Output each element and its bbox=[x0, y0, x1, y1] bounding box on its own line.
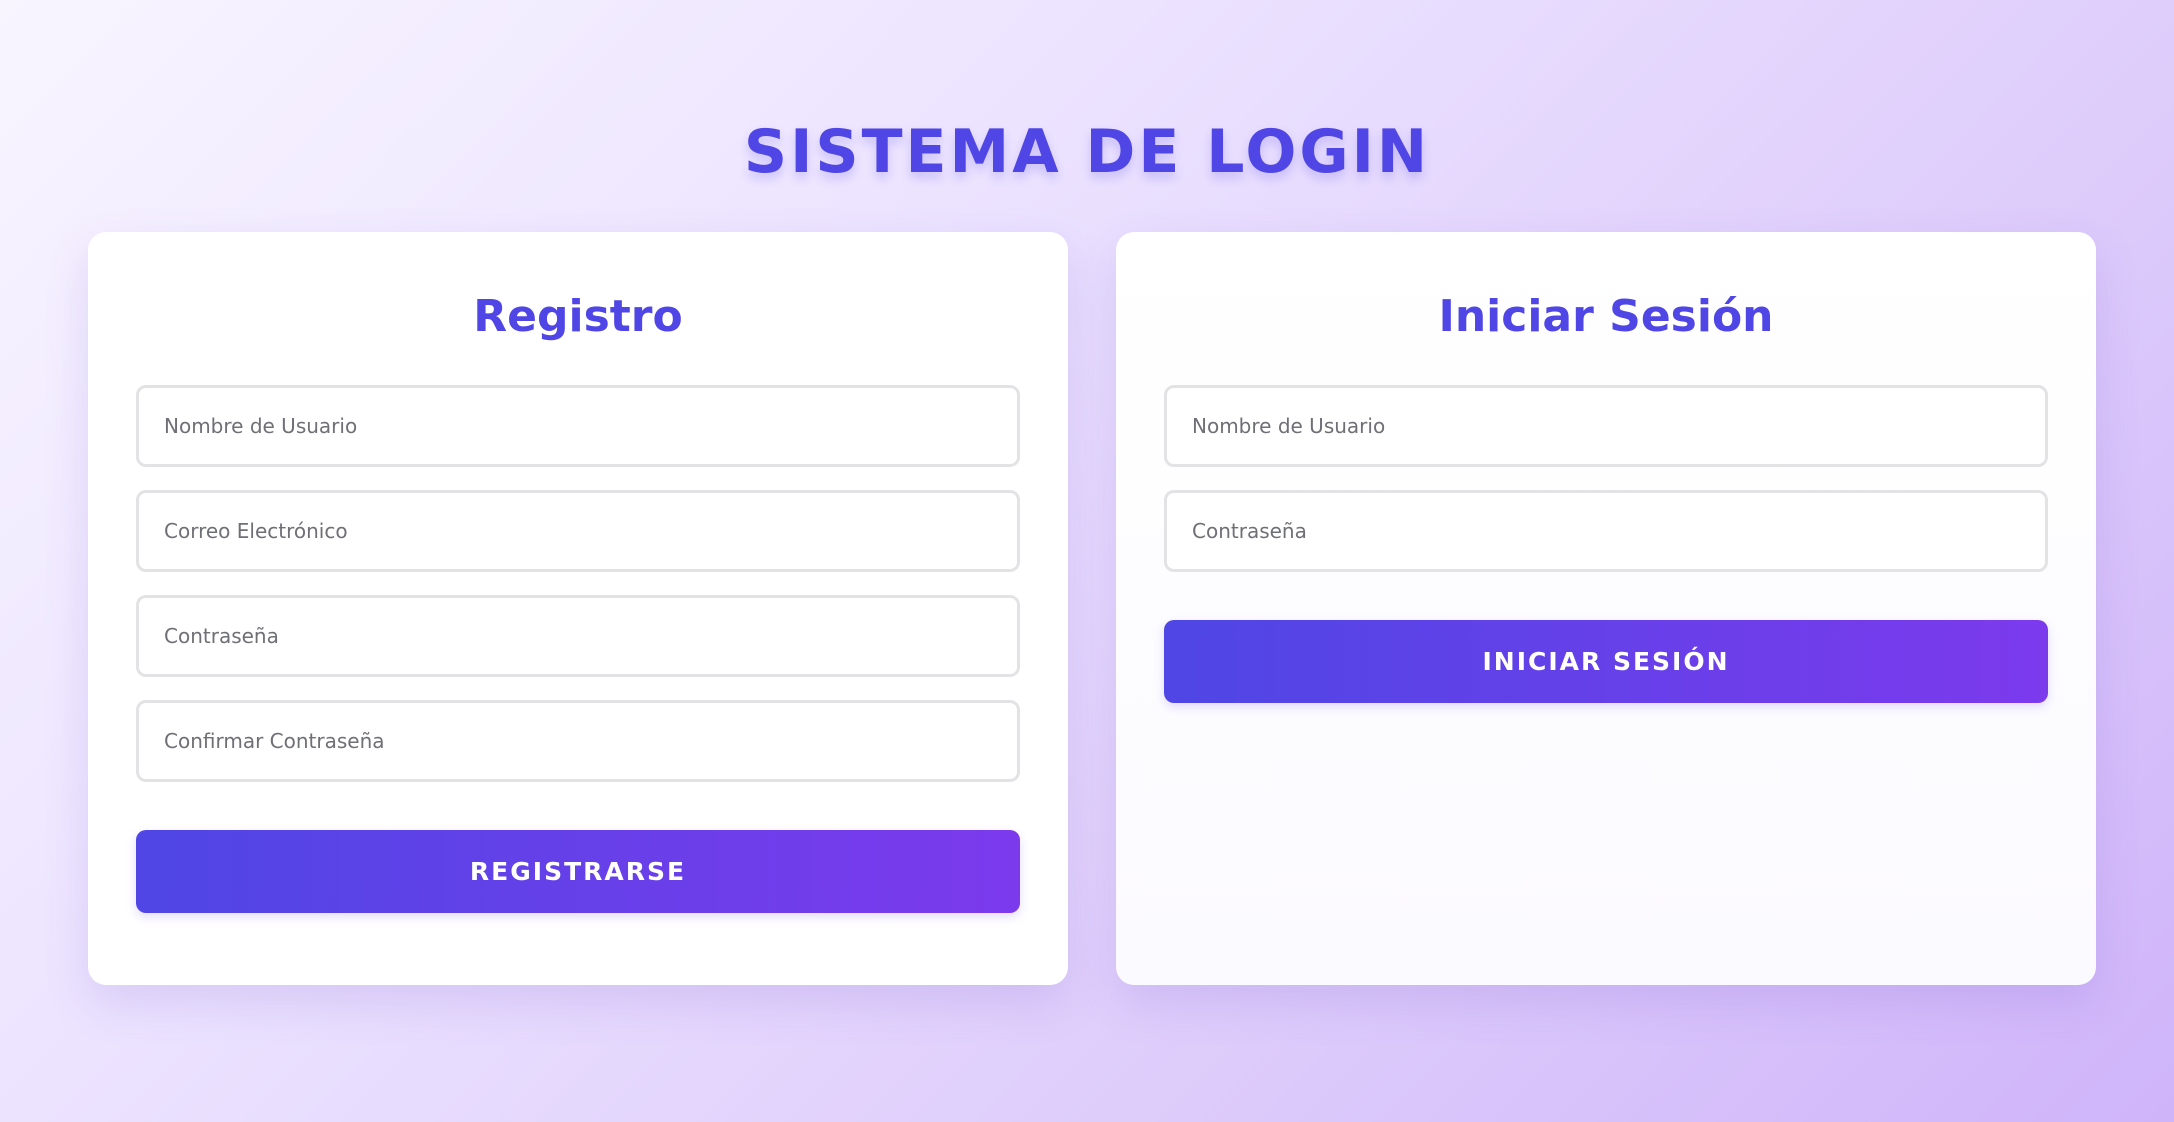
login-button[interactable]: INICIAR SESIÓN bbox=[1164, 620, 2048, 703]
page-title: SISTEMA DE LOGIN bbox=[743, 117, 1431, 187]
register-email-input[interactable] bbox=[136, 490, 1020, 572]
login-username-input[interactable] bbox=[1164, 385, 2048, 467]
register-card: Registro REGISTRARSE bbox=[88, 232, 1068, 985]
register-confirm-password-input[interactable] bbox=[136, 700, 1020, 782]
register-username-input[interactable] bbox=[136, 385, 1020, 467]
login-title: Iniciar Sesión bbox=[1438, 291, 1774, 342]
login-password-input[interactable] bbox=[1164, 490, 2048, 572]
register-password-input[interactable] bbox=[136, 595, 1020, 677]
login-card: Iniciar Sesión INICIAR SESIÓN bbox=[1116, 232, 2096, 985]
register-title: Registro bbox=[473, 291, 683, 342]
register-button[interactable]: REGISTRARSE bbox=[136, 830, 1020, 913]
